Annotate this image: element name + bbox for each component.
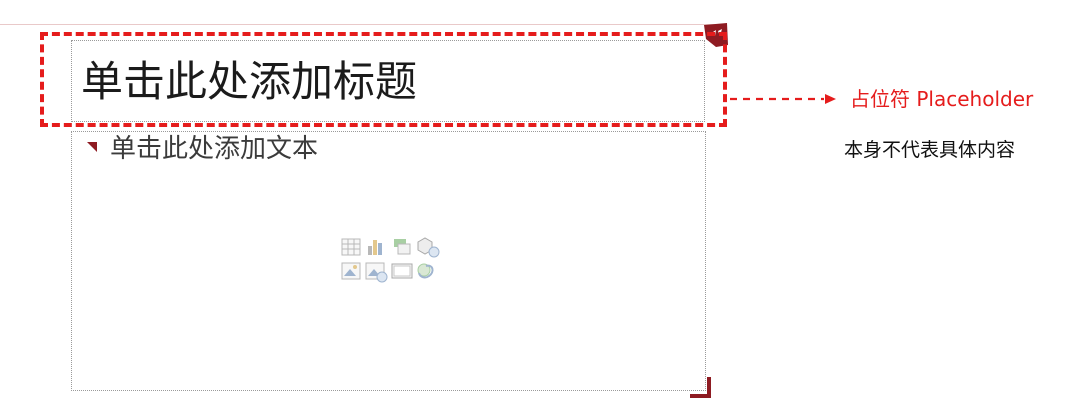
annotation-arrow [730, 94, 836, 104]
slide-top-rule [0, 24, 720, 25]
placeholder-annotation-description: 本身不代表具体内容 [844, 139, 1016, 161]
table-icon[interactable] [341, 238, 361, 256]
placeholder-highlight-box [40, 32, 727, 127]
icons-icon[interactable] [417, 263, 434, 279]
bullet-arrow-icon [87, 142, 97, 152]
smartart-icon[interactable] [394, 239, 411, 255]
content-placeholder-text[interactable]: 单击此处添加文本 [110, 132, 318, 166]
slide-corner-bracket-icon [690, 377, 711, 398]
chart-icon[interactable] [368, 240, 382, 255]
picture-icon[interactable] [341, 262, 361, 280]
insert-content-icons [341, 237, 440, 283]
placeholder-annotation-label: 占位符 Placeholder [850, 87, 1034, 111]
video-icon[interactable] [391, 263, 413, 279]
3d-model-icon[interactable] [417, 237, 440, 258]
online-picture-icon[interactable] [365, 262, 388, 283]
